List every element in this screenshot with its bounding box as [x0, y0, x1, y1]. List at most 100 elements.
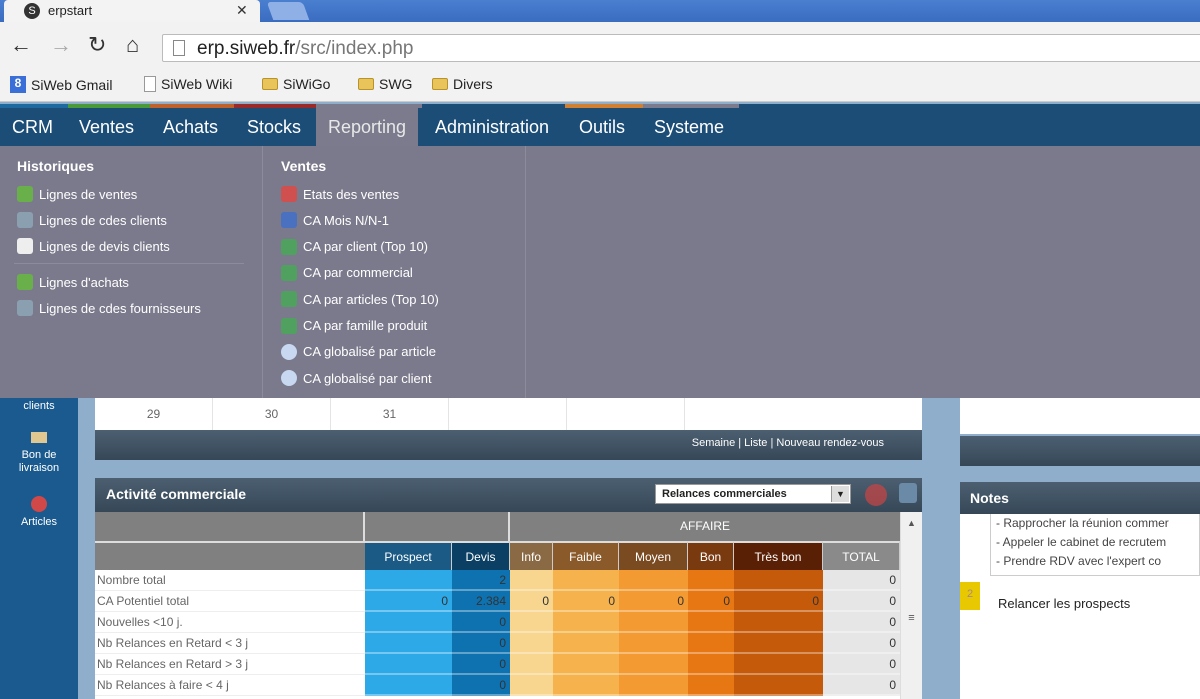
nav-achats[interactable]: Achats	[151, 108, 230, 146]
forward-icon[interactable]: →	[50, 32, 72, 58]
nav-reporting[interactable]: Reporting	[316, 108, 419, 146]
articles-icon	[31, 496, 47, 512]
right-top-panel	[960, 398, 1200, 434]
note-item[interactable]: Relancer les prospects	[998, 596, 1130, 611]
menu-item[interactable]: CA par articles (Top 10)	[281, 291, 439, 308]
menu-item-label: CA Mois N/N-1	[303, 212, 389, 228]
nav-crm[interactable]: CRM	[0, 108, 65, 146]
table-cell	[553, 570, 619, 591]
table-cell	[619, 612, 688, 633]
ventes-heading: Ventes	[281, 158, 327, 174]
menu-item[interactable]: Etats des ventes	[281, 186, 399, 202]
header-blank	[365, 512, 510, 541]
note-line: - Appeler le cabinet de recrutem	[996, 535, 1167, 549]
back-icon[interactable]: ←	[10, 32, 32, 58]
table-cell: 2	[452, 570, 510, 591]
table-cell	[553, 633, 619, 654]
reload-icon[interactable]: ↻	[88, 32, 106, 58]
menu-item[interactable]: CA par commercial	[281, 264, 413, 281]
column-header: Devis	[452, 541, 510, 570]
sidebar-item-articles[interactable]: Articles	[0, 496, 78, 528]
column-header: TOTAL	[823, 541, 900, 570]
close-icon[interactable]	[865, 484, 887, 506]
menu-item-icon	[17, 300, 33, 316]
activity-select[interactable]: Relances commerciales ▼	[655, 484, 851, 504]
table-cell	[734, 675, 823, 696]
menu-item-label: Lignes de ventes	[39, 186, 138, 202]
table-cell	[510, 570, 553, 591]
export-icon[interactable]	[899, 483, 917, 503]
folder-icon	[432, 78, 448, 90]
bookmark-label: SiWeb Wiki	[161, 76, 233, 92]
menu-item[interactable]: CA globalisé par article	[281, 343, 436, 360]
menu-item-label: CA par commercial	[303, 265, 413, 281]
notes-panel: Notes 2 Relancer les prospects - Rapproc…	[960, 482, 1200, 699]
menu-item[interactable]: Lignes de cdes fournisseurs	[17, 300, 201, 316]
bookmark-siweb-gmail[interactable]: 8 SiWeb Gmail	[10, 76, 112, 93]
menu-item[interactable]: Lignes de cdes clients	[17, 212, 167, 228]
table-cell: 0	[452, 654, 510, 675]
site-favicon-icon: S	[24, 3, 40, 19]
calendar-day[interactable]: 30	[213, 398, 331, 430]
menu-item-label: CA globalisé par client	[303, 370, 432, 386]
affaire-header: AFFAIRE	[510, 512, 900, 541]
calendar-day[interactable]: 29	[95, 398, 213, 430]
menu-item-icon	[17, 186, 33, 202]
table-cell	[619, 570, 688, 591]
browser-toolbar: ← → ↻ ⌂ erp.siweb.fr/src/index.php	[0, 22, 1200, 70]
menu-item[interactable]: CA par famille produit	[281, 317, 427, 334]
calendar-footer[interactable]: Semaine | Liste | Nouveau rendez-vous	[95, 430, 922, 460]
menu-item[interactable]: CA par client (Top 10)	[281, 238, 428, 255]
home-icon[interactable]: ⌂	[126, 32, 139, 58]
address-bar[interactable]: erp.siweb.fr/src/index.php	[162, 34, 1200, 62]
folder-icon	[262, 78, 278, 90]
nav-systeme[interactable]: Systeme	[642, 108, 736, 146]
bookmark-siwigo[interactable]: SiWiGo	[262, 76, 330, 92]
nav-administration[interactable]: Administration	[423, 108, 561, 146]
bookmark-divers[interactable]: Divers	[432, 76, 493, 92]
bookmark-swg[interactable]: SWG	[358, 76, 412, 92]
menu-item[interactable]: Lignes de ventes	[17, 186, 137, 202]
sidebar-item-bon-livraison[interactable]: Bon de livraison	[0, 428, 78, 484]
delivery-icon	[31, 432, 47, 443]
sidebar-item-clients[interactable]: clients	[0, 400, 78, 412]
row-label: CA Potentiel total	[95, 591, 365, 612]
table-cell	[619, 654, 688, 675]
menu-item-icon	[17, 212, 33, 228]
menu-item-label: Lignes de cdes fournisseurs	[39, 300, 201, 316]
menu-item[interactable]: CA Mois N/N-1	[281, 212, 389, 229]
menu-item[interactable]: CA globalisé par client	[281, 370, 432, 387]
table-cell	[553, 612, 619, 633]
table-cell	[510, 675, 553, 696]
reporting-dropdown: Historiques Ventes Lignes de ventes Ligne…	[0, 146, 1200, 398]
browser-tab-bar: Serpstart ✕	[0, 0, 1200, 22]
browser-tab[interactable]: Serpstart ✕	[4, 0, 260, 22]
nav-ventes[interactable]: Ventes	[67, 108, 146, 146]
close-tab-icon[interactable]: ✕	[236, 2, 248, 19]
magnifier-icon	[281, 370, 297, 387]
scrollbar[interactable]: ▲ ≡	[900, 512, 922, 699]
row-label: Nb Relances en Retard < 3 j	[95, 633, 365, 654]
bookmark-label: SiWeb Gmail	[31, 76, 113, 93]
column-header: Prospect	[365, 541, 452, 570]
note-line: - Prendre RDV avec l'expert co	[996, 554, 1162, 568]
table-cell: 0	[823, 675, 900, 696]
calendar-day[interactable]	[449, 398, 567, 430]
nav-stocks[interactable]: Stocks	[235, 108, 313, 146]
menu-item-icon	[17, 238, 33, 254]
column-header: Moyen	[619, 541, 688, 570]
table-cell	[734, 570, 823, 591]
chart-icon	[281, 317, 297, 334]
table-cell	[688, 633, 734, 654]
new-tab-button[interactable]	[266, 2, 310, 20]
calendar-day[interactable]	[567, 398, 685, 430]
menu-item[interactable]: Lignes d'achats	[17, 274, 129, 290]
table-cell: 0	[510, 591, 553, 612]
header-blank	[95, 541, 365, 570]
nav-outils[interactable]: Outils	[567, 108, 637, 146]
menu-item[interactable]: Lignes de devis clients	[17, 238, 170, 254]
page-icon	[173, 40, 185, 56]
bookmark-siweb-wiki[interactable]: SiWeb Wiki	[144, 76, 232, 92]
calendar-day[interactable]: 31	[331, 398, 449, 430]
url-path: /src/index.php	[295, 38, 414, 59]
